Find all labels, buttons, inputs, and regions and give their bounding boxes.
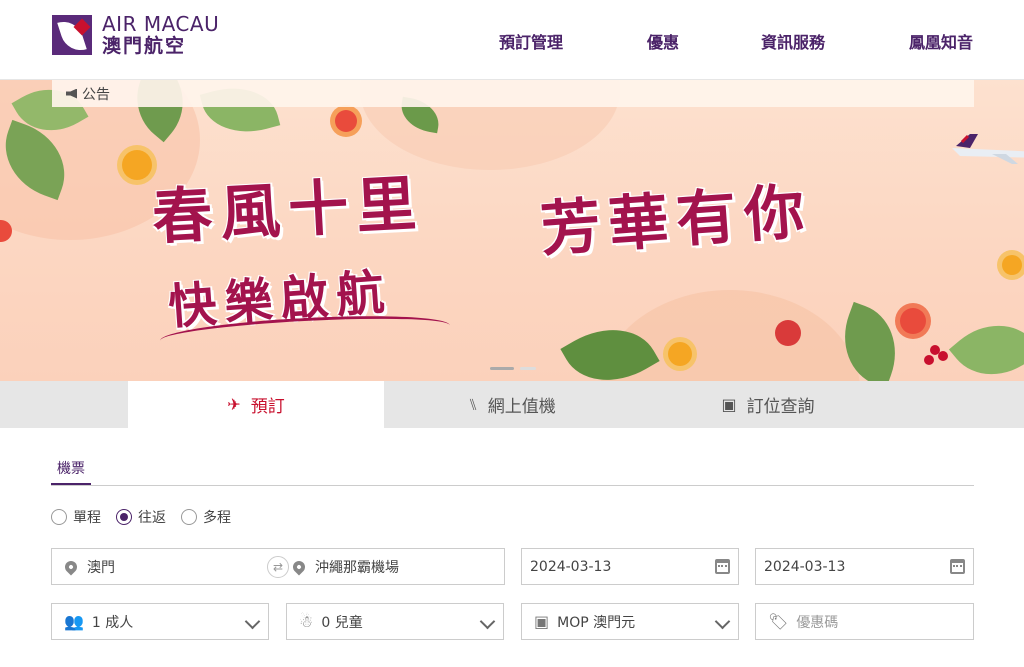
radio-multi-city[interactable]: 多程 bbox=[181, 507, 231, 527]
nav-offers[interactable]: 優惠 bbox=[647, 29, 679, 53]
radio-round-trip[interactable]: 往返 bbox=[116, 507, 166, 527]
promo-banner[interactable]: 公告 春風十里 芳華有你 快樂啟航 bbox=[0, 80, 1024, 381]
chevron-down-icon bbox=[244, 613, 261, 630]
chevron-down-icon bbox=[479, 613, 496, 630]
booking-tabs: ✈ 預訂 ⑊ 網上值機 ▣ 訂位查詢 bbox=[0, 381, 1024, 428]
tab-manage-booking[interactable]: ▣ 訂位查詢 bbox=[640, 381, 896, 428]
banner-headline-1: 春風十里 bbox=[150, 168, 426, 254]
chevron-down-icon bbox=[714, 613, 731, 630]
radio-one-way[interactable]: 單程 bbox=[51, 507, 101, 527]
brand-name-en: AIR MACAU bbox=[102, 12, 220, 36]
airplane-illustration-icon bbox=[952, 134, 1024, 164]
currency-select[interactable]: ▣ MOP 澳門元 bbox=[521, 603, 739, 640]
carousel-dot[interactable] bbox=[520, 367, 536, 370]
announcement-label: 公告 bbox=[82, 86, 110, 103]
money-icon: ▣ bbox=[534, 612, 550, 631]
top-header: AIR MACAU 澳門航空 預訂管理 優惠 資訊服務 鳳凰知音 bbox=[0, 0, 1024, 80]
tab-booking[interactable]: ✈ 預訂 bbox=[128, 381, 384, 428]
air-macau-logo[interactable]: AIR MACAU 澳門航空 bbox=[52, 14, 219, 56]
depart-date-field[interactable]: 2024-03-13 bbox=[521, 548, 739, 585]
seat-icon: ⑊ bbox=[468, 395, 478, 414]
promo-code-field[interactable]: 🏷 優惠碼 bbox=[755, 603, 974, 640]
destination-field[interactable]: 沖繩那霸機場 bbox=[277, 548, 505, 585]
carousel-dot-active[interactable] bbox=[490, 367, 514, 370]
tag-icon: 🏷 bbox=[768, 612, 789, 631]
swap-airports-icon[interactable]: ⇄ bbox=[267, 556, 289, 578]
logo-mark-icon bbox=[52, 15, 92, 55]
announcement-bar[interactable]: 公告 bbox=[52, 80, 974, 107]
nav-booking-management[interactable]: 預訂管理 bbox=[499, 29, 563, 53]
plane-icon: ✈ bbox=[227, 395, 241, 414]
children-select[interactable]: ☃ 0 兒童 bbox=[286, 603, 504, 640]
return-date-field[interactable]: 2024-03-13 bbox=[755, 548, 974, 585]
calendar-icon bbox=[950, 559, 965, 574]
location-pin-icon bbox=[62, 558, 80, 575]
users-icon: 👥 bbox=[64, 612, 84, 631]
trip-type-selector: 單程 往返 多程 bbox=[51, 507, 246, 527]
nav-information-services[interactable]: 資訊服務 bbox=[761, 29, 825, 53]
origin-field[interactable]: 澳門 bbox=[51, 548, 278, 585]
subtab-flights[interactable]: 機票 bbox=[51, 458, 91, 485]
tab-online-checkin[interactable]: ⑊ 網上值機 bbox=[384, 381, 640, 428]
brand-name-zh: 澳門航空 bbox=[102, 35, 187, 57]
child-icon: ☃ bbox=[299, 612, 314, 631]
nav-phoenix-miles[interactable]: 鳳凰知音 bbox=[909, 29, 973, 53]
calendar-icon bbox=[715, 559, 730, 574]
clipboard-icon: ▣ bbox=[721, 395, 737, 414]
megaphone-icon bbox=[66, 88, 77, 99]
adults-select[interactable]: 👥 1 成人 bbox=[51, 603, 269, 640]
product-subtabs: 機票 bbox=[51, 458, 974, 486]
location-pin-icon bbox=[290, 558, 308, 575]
banner-headline-2: 芳華有你 bbox=[538, 176, 815, 266]
carousel-indicators bbox=[490, 367, 536, 370]
